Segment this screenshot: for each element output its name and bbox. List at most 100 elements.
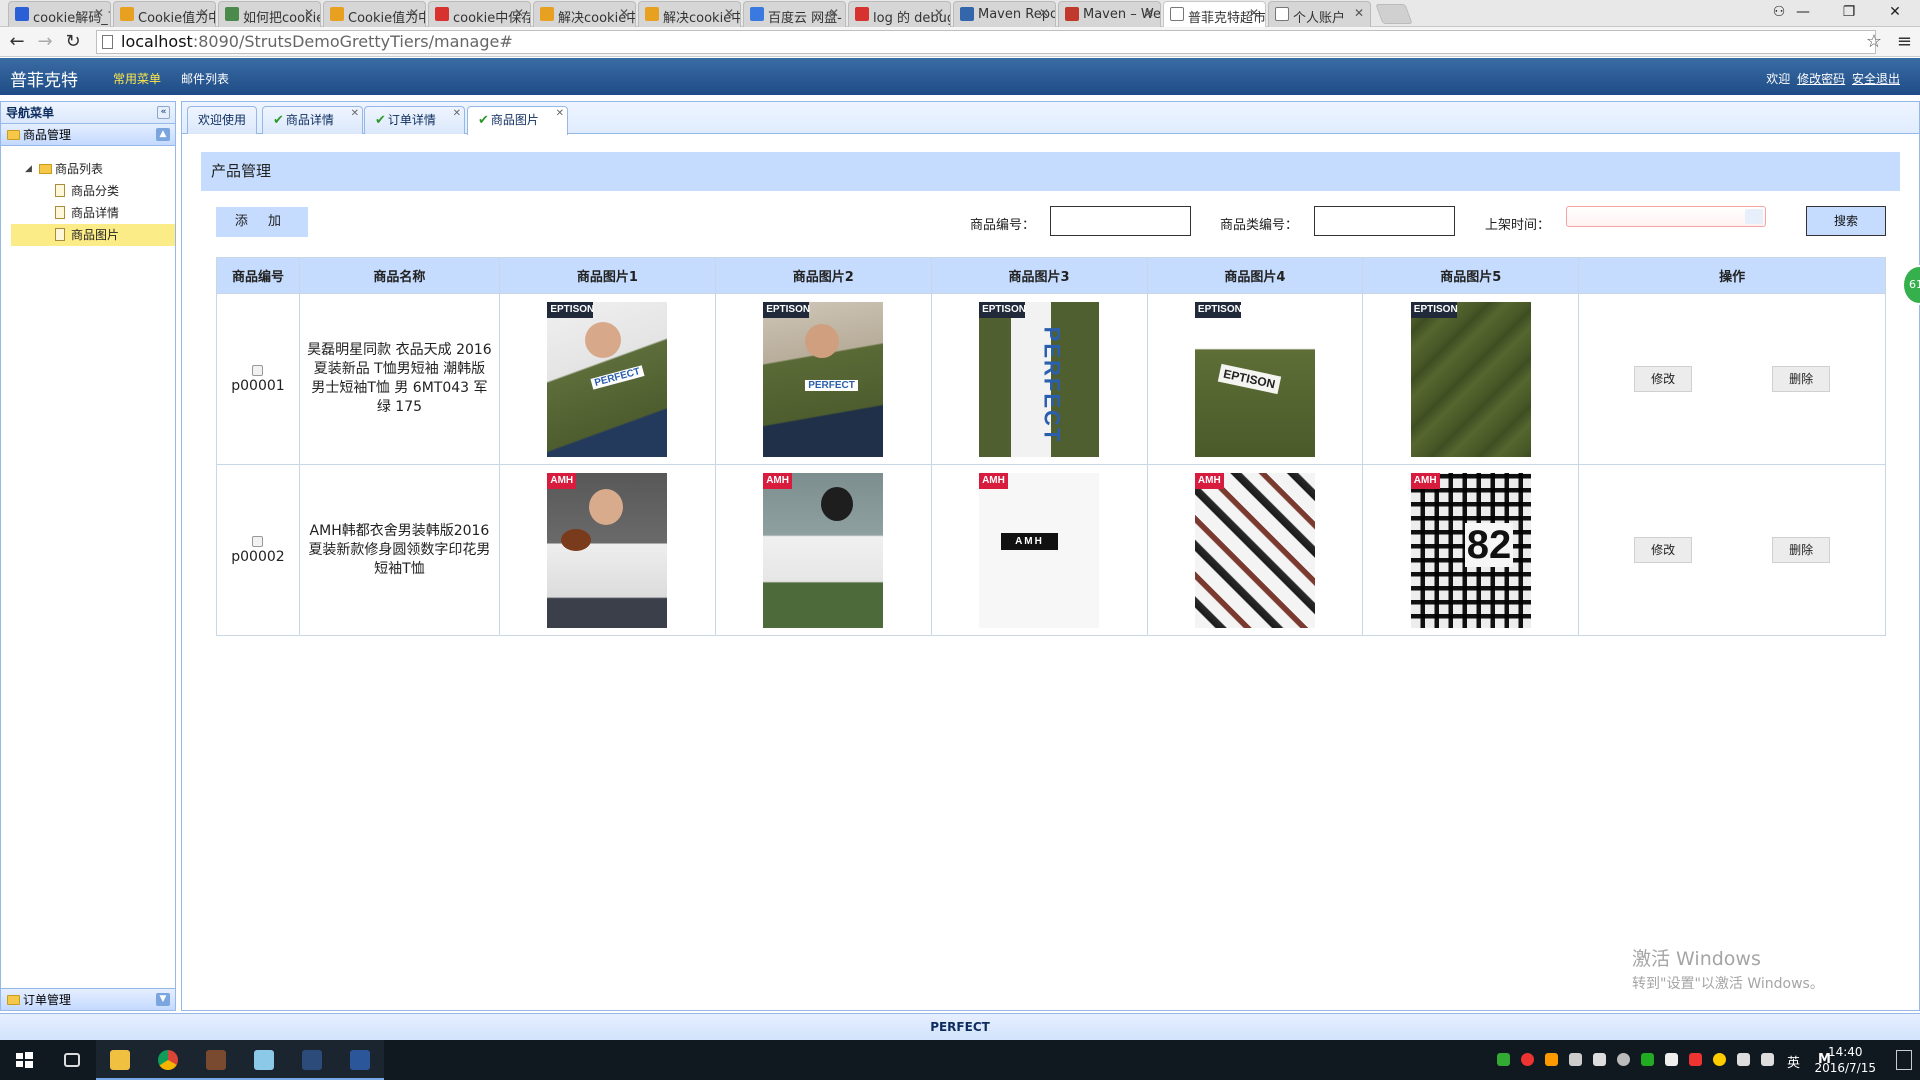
tray-icon[interactable] [1497,1053,1510,1066]
close-tab-icon[interactable]: ✕ [94,6,104,20]
accordion-product-management[interactable]: 商品管理 ▲ [1,124,175,146]
tree-node-product-list[interactable]: ◢ 商品列表 [11,158,175,180]
product-no-input[interactable] [1050,206,1191,236]
edit-button[interactable]: 修改 [1634,537,1693,563]
product-image[interactable]: EPTISON PERFECT [979,301,1100,457]
tab-product-images[interactable]: ✔ 商品图片 ✕ [467,106,568,135]
product-image[interactable]: AMH AMH [979,472,1100,628]
notification-icon[interactable] [1896,1050,1912,1070]
tab-welcome[interactable]: 欢迎使用 [187,106,257,134]
nav-common-menu[interactable]: 常用菜单 [113,70,161,87]
new-tab-button[interactable] [1375,4,1413,24]
close-tab-icon[interactable]: ✕ [1039,6,1049,20]
tree-item-detail[interactable]: 商品详情 [11,202,175,224]
task-view-icon[interactable] [48,1040,96,1080]
browser-tab[interactable]: Maven Repo ✕ [953,1,1056,27]
delete-button[interactable]: 删除 [1772,537,1831,563]
tree-item-images[interactable]: 商品图片 [11,224,175,246]
tree-item-category[interactable]: 商品分类 [11,180,175,202]
back-arrow-icon[interactable]: ← [6,32,28,52]
close-tab-icon[interactable]: ✕ [556,107,564,121]
accordion-order-management[interactable]: 订单管理 ▼ [1,988,175,1010]
browser-tab[interactable]: Maven – Wel ✕ [1058,1,1161,27]
system-clock[interactable]: 14:40 2016/7/15 [1814,1044,1876,1076]
delete-button[interactable]: 删除 [1772,366,1831,392]
browser-tab[interactable]: log 的 debug ✕ [848,1,951,27]
chevron-down-icon[interactable]: ▼ [156,993,170,1006]
logout-link[interactable]: 安全退出 [1852,72,1900,86]
file-explorer-icon[interactable] [96,1040,144,1080]
url-bar[interactable]: localhost:8090/StrutsDemoGrettyTiers/man… [96,30,1876,54]
browser-tab[interactable]: Cookie值为中 ✕ [113,1,216,27]
add-button[interactable]: 添 加 [216,207,308,237]
tray-icon[interactable] [1641,1053,1654,1066]
close-tab-icon[interactable]: ✕ [304,6,314,20]
product-image[interactable]: EPTISON PERFECT [547,301,668,457]
expand-arrow-icon[interactable]: ◢ [25,158,32,180]
product-image[interactable]: EPTISON EPTISON [1194,301,1315,457]
tray-icon[interactable] [1689,1053,1702,1066]
shelf-time-datebox[interactable] [1566,206,1766,227]
word-icon[interactable] [336,1040,384,1080]
tray-icon[interactable] [1617,1053,1630,1066]
close-tab-icon[interactable]: ✕ [1144,6,1154,20]
notepad-icon[interactable] [240,1040,288,1080]
calendar-icon[interactable] [1745,209,1763,224]
tray-icon[interactable] [1713,1053,1726,1066]
tray-icon[interactable] [1521,1053,1534,1066]
tray-icon[interactable] [1569,1053,1582,1066]
tab-product-detail[interactable]: ✔ 商品详情 ✕ [262,106,363,134]
close-tab-icon[interactable]: ✕ [351,107,359,121]
close-window-button[interactable]: ✕ [1872,0,1918,24]
browser-tab[interactable]: 解决cookie中 ✕ [533,1,636,27]
close-tab-icon[interactable]: ✕ [619,6,629,20]
tab-order-detail[interactable]: ✔ 订单详情 ✕ [364,106,465,134]
browser-tab[interactable]: cookie解码_百✕ [8,1,111,27]
browser-tab[interactable]: 百度云 网盘- ✕ [743,1,846,27]
chrome-icon[interactable] [144,1040,192,1080]
start-button[interactable] [0,1040,48,1080]
search-button[interactable]: 搜索 [1806,206,1886,236]
browser-tab[interactable]: 普菲克特超市 ✕ [1163,1,1266,28]
restore-button[interactable]: ❐ [1826,0,1872,24]
product-image[interactable]: AMH [1194,472,1315,628]
ide-icon[interactable] [288,1040,336,1080]
volume-icon[interactable] [1761,1053,1774,1066]
nav-mail-list[interactable]: 邮件列表 [181,70,229,87]
change-password-link[interactable]: 修改密码 [1797,72,1845,86]
product-image[interactable]: AMH 82 [1410,472,1531,628]
network-icon[interactable] [1737,1053,1750,1066]
browser-menu-icon[interactable]: ≡ [1897,31,1912,52]
close-tab-icon[interactable]: ✕ [829,6,839,20]
product-image[interactable]: EPTISON PERFECT [763,301,884,457]
close-tab-icon[interactable]: ✕ [514,6,524,20]
reload-icon[interactable]: ↻ [62,32,84,52]
product-image[interactable]: EPTISON [1410,301,1531,457]
product-image[interactable]: AMH [763,472,884,628]
app-game-icon[interactable] [192,1040,240,1080]
ime-indicator[interactable]: 英 [1787,1052,1800,1071]
browser-tab[interactable]: cookie中保存 ✕ [428,1,531,27]
row-checkbox[interactable] [252,535,264,547]
close-tab-icon[interactable]: ✕ [199,6,209,20]
forward-arrow-icon[interactable]: → [34,32,56,52]
minimize-button[interactable]: — [1780,0,1826,24]
edit-button[interactable]: 修改 [1634,366,1693,392]
bookmark-star-icon[interactable]: ☆ [1866,31,1882,52]
browser-tab[interactable]: 解决cookie中 ✕ [638,1,741,27]
close-tab-icon[interactable]: ✕ [1354,6,1364,20]
close-tab-icon[interactable]: ✕ [453,107,461,121]
close-tab-icon[interactable]: ✕ [724,6,734,20]
close-tab-icon[interactable]: ✕ [409,6,419,20]
tray-icon[interactable] [1665,1053,1678,1066]
category-no-input[interactable] [1314,206,1455,236]
close-tab-icon[interactable]: ✕ [1249,6,1259,20]
row-checkbox[interactable] [252,364,264,376]
browser-tab[interactable]: 个人账户 ✕ [1268,1,1371,27]
browser-tab[interactable]: 如何把cookie ✕ [218,1,321,27]
close-tab-icon[interactable]: ✕ [934,6,944,20]
chevron-up-icon[interactable]: ▲ [156,128,170,141]
product-image[interactable]: AMH [547,472,668,628]
tray-icon[interactable] [1593,1053,1606,1066]
tray-icon[interactable] [1545,1053,1558,1066]
